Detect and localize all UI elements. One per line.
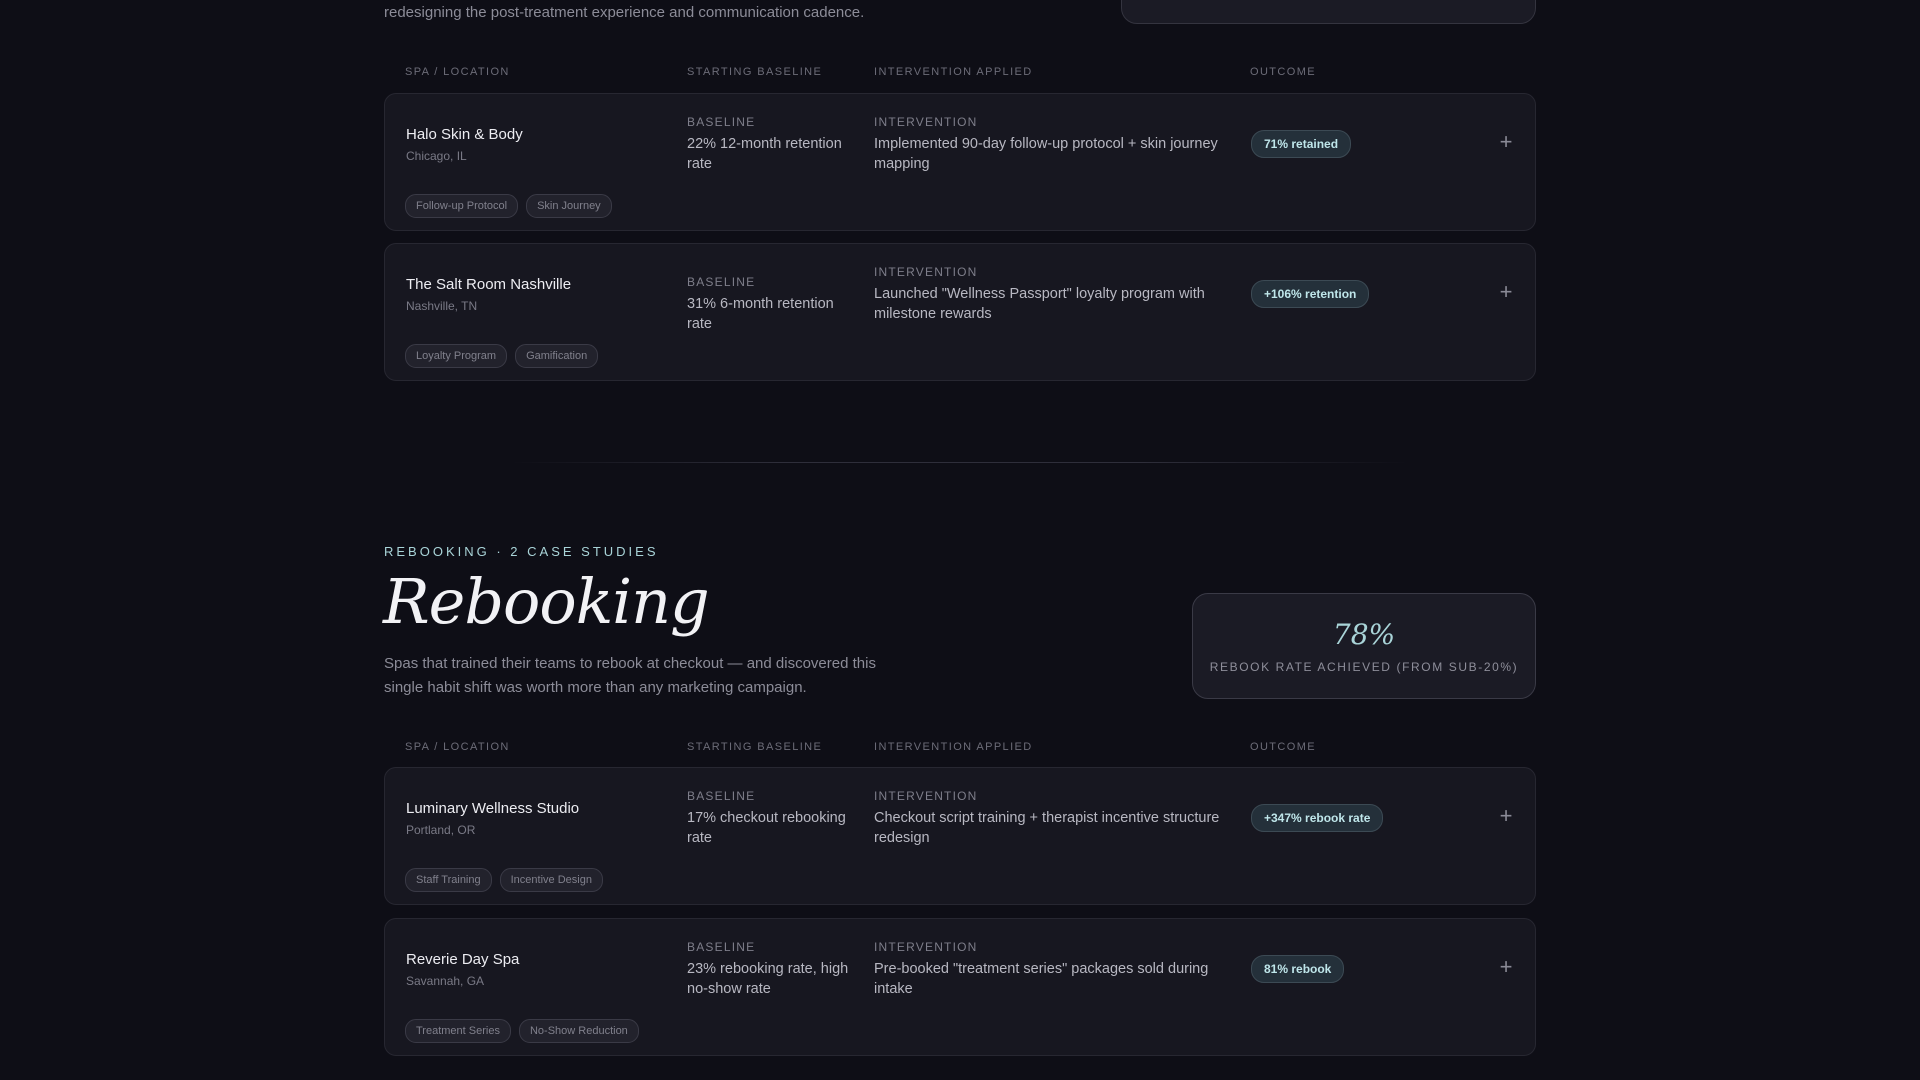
intervention-value: Launched "Wellness Passport" loyalty pro… [874,286,1205,322]
baseline-label: BASELINE [687,115,756,129]
tag: Incentive Design [499,868,603,892]
spa-name: Luminary Wellness Studio [406,800,580,817]
spa-location: Nashville, TN [406,299,478,313]
outcome-badge: 81% rebook [1251,955,1345,983]
outcome-badge: 71% retained [1251,130,1352,158]
column-header-spa: SPA / LOCATION [405,66,510,78]
intervention-label: INTERVENTION [874,265,978,279]
tag: Loyalty Program [405,344,508,368]
baseline-label: BASELINE [687,789,756,803]
intervention-label: INTERVENTION [874,115,978,129]
intervention-value: Implemented 90-day follow-up protocol + … [874,136,1218,172]
section-eyebrow: REBOOKING · 2 CASE STUDIES [384,544,659,559]
column-header-intervention: INTERVENTION APPLIED [874,66,1033,78]
tag: Treatment Series [405,1019,511,1043]
outcome-badge: +347% rebook rate [1251,804,1384,832]
table-header: SPA / LOCATION STARTING BASELINE INTERVE… [384,741,1536,757]
spa-name: Reverie Day Spa [406,951,520,968]
baseline-label: BASELINE [687,940,756,954]
case-row[interactable]: The Salt Room Nashville Nashville, TN BA… [384,243,1536,381]
column-header-outcome: OUTCOME [1250,66,1317,78]
spa-location: Portland, OR [406,823,476,837]
section-title: Rebooking [383,565,710,638]
column-header-baseline: STARTING BASELINE [687,66,823,78]
tag: Skin Journey [526,194,612,218]
baseline-value: 23% rebooking rate, high no-show rate [687,961,849,997]
tag: No-Show Reduction [518,1019,639,1043]
section-divider [510,462,1410,463]
case-row[interactable]: Halo Skin & Body Chicago, IL BASELINE 22… [384,93,1536,231]
tag-list: Treatment Series No-Show Reduction [405,1019,639,1043]
spa-name: The Salt Room Nashville [406,276,572,293]
intervention-label: INTERVENTION [874,940,978,954]
tag-list: Staff Training Incentive Design [405,868,603,892]
stat-card [1121,0,1536,24]
case-row[interactable]: Luminary Wellness Studio Portland, OR BA… [384,767,1536,905]
outcome-badge: +106% retention [1251,280,1370,308]
column-header-intervention: INTERVENTION APPLIED [874,741,1033,753]
plus-icon[interactable]: + [1497,956,1515,978]
baseline-value: 22% 12-month retention rate [687,136,842,172]
section-description: redesigning the post-treatment experienc… [384,4,865,21]
intervention-value: Checkout script training + therapist inc… [874,810,1220,846]
plus-icon[interactable]: + [1497,805,1515,827]
baseline-value: 17% checkout rebooking rate [687,810,846,846]
stat-value: 78% [1332,618,1396,651]
stat-label: REBOOK RATE ACHIEVED (FROM SUB-20%) [1209,660,1519,674]
baseline-label: BASELINE [687,275,756,289]
spa-location: Chicago, IL [406,149,467,163]
spa-name: Halo Skin & Body [406,126,523,143]
section-description: Spas that trained their teams to rebook … [384,655,876,696]
plus-icon[interactable]: + [1497,281,1515,303]
tag-list: Loyalty Program Gamification [405,344,599,368]
table-header: SPA / LOCATION STARTING BASELINE INTERVE… [384,66,1536,82]
spa-location: Savannah, GA [406,974,485,988]
column-header-baseline: STARTING BASELINE [687,741,823,753]
plus-icon[interactable]: + [1497,131,1515,153]
intervention-value: Pre-booked "treatment series" packages s… [874,961,1209,997]
baseline-value: 31% 6-month retention rate [687,296,834,332]
stat-card: 78% REBOOK RATE ACHIEVED (FROM SUB-20%) [1192,593,1536,699]
column-header-spa: SPA / LOCATION [405,741,510,753]
tag: Follow-up Protocol [405,194,519,218]
column-header-outcome: OUTCOME [1250,741,1317,753]
tag-list: Follow-up Protocol Skin Journey [405,194,612,218]
tag: Staff Training [405,868,492,892]
case-row[interactable]: Reverie Day Spa Savannah, GA BASELINE 23… [384,918,1536,1056]
tag: Gamification [515,344,599,368]
intervention-label: INTERVENTION [874,789,978,803]
